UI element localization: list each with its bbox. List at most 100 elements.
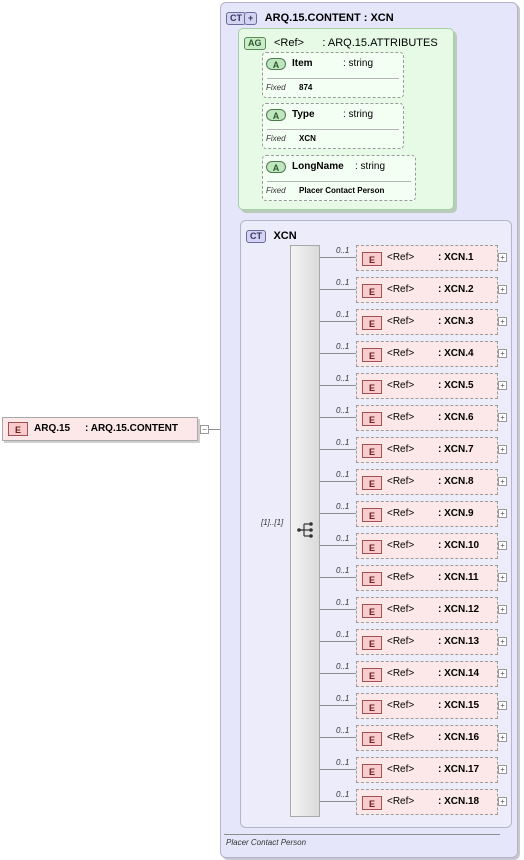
- element-box[interactable]: E <Ref>: XCN.2: [356, 277, 498, 303]
- expand-small-icon: +: [244, 12, 258, 25]
- plus-box-icon[interactable]: +: [498, 637, 507, 646]
- element-cardinality: 0..1: [336, 374, 350, 383]
- attribute-box[interactable]: A Item: string Fixed 874: [262, 52, 404, 98]
- element-ref: <Ref>: [387, 636, 415, 647]
- element-cardinality: 0..1: [336, 470, 350, 479]
- element-box[interactable]: E <Ref>: XCN.13: [356, 629, 498, 655]
- element-cardinality: 0..1: [336, 694, 350, 703]
- element-connector: [320, 577, 356, 578]
- element-ref: <Ref>: [387, 252, 415, 263]
- element-connector: [320, 737, 356, 738]
- plus-box-icon[interactable]: +: [498, 797, 507, 806]
- element-cardinality: 0..1: [336, 438, 350, 447]
- element-connector: [320, 353, 356, 354]
- element-type: : XCN.18: [438, 796, 480, 807]
- plus-box-icon[interactable]: +: [498, 733, 507, 742]
- complex-type-title: ARQ.15.CONTENT : XCN: [264, 12, 394, 24]
- element-box[interactable]: E <Ref> : XCN.16: [356, 725, 498, 751]
- ct-header: CT + ARQ.15.CONTENT : XCN: [226, 8, 394, 26]
- plus-box-icon[interactable]: +: [498, 701, 507, 710]
- element-type: : XCN.9: [438, 508, 474, 519]
- element-box[interactable]: E <Ref>: XCN.14: [356, 661, 498, 687]
- element-box[interactable]: E <Ref>: XCN.17: [356, 757, 498, 783]
- attribute-type: : string: [355, 161, 386, 172]
- attribute-separator: [267, 129, 399, 130]
- element-box[interactable]: E <Ref>: XCN.18: [356, 789, 498, 815]
- documentation-text: Placer Contact Person: [226, 838, 307, 847]
- element-type: : XCN.4: [438, 348, 474, 359]
- attribute-name: LongName: [292, 161, 344, 172]
- element-icon: E: [362, 636, 382, 650]
- element-ref: <Ref>: [387, 348, 415, 359]
- doc-separator: [224, 834, 500, 835]
- element-ref: <Ref>: [387, 412, 415, 423]
- element-cardinality: 0..1: [336, 278, 350, 287]
- complex-type-icon: CT: [226, 12, 246, 25]
- element-box[interactable]: E <Ref>: XCN.8: [356, 469, 498, 495]
- element-cardinality: 0..1: [336, 502, 350, 511]
- minus-box-icon[interactable]: −: [200, 425, 209, 434]
- element-box[interactable]: E <Ref>: XCN.12: [356, 597, 498, 623]
- plus-box-icon[interactable]: +: [498, 381, 507, 390]
- plus-box-icon[interactable]: +: [498, 285, 507, 294]
- plus-box-icon[interactable]: +: [498, 765, 507, 774]
- element-type: : XCN.5: [438, 380, 474, 391]
- element-ref: <Ref>: [387, 732, 415, 743]
- plus-box-icon[interactable]: +: [498, 349, 507, 358]
- element-connector: [320, 769, 356, 770]
- attribute-icon: A: [266, 161, 286, 173]
- fixed-value: 874: [299, 83, 313, 92]
- element-connector: [320, 257, 356, 258]
- element-ref: <Ref>: [387, 508, 415, 519]
- element-box[interactable]: E <Ref>: XCN.5: [356, 373, 498, 399]
- element-icon: E: [362, 412, 382, 426]
- plus-box-icon[interactable]: +: [498, 605, 507, 614]
- plus-box-icon[interactable]: +: [498, 413, 507, 422]
- plus-box-icon[interactable]: +: [498, 317, 507, 326]
- ag-header: AG <Ref> : ARQ.15.ATTRIBUTES: [244, 33, 438, 51]
- element-connector: [320, 481, 356, 482]
- element-box[interactable]: E <Ref>: XCN.6: [356, 405, 498, 431]
- plus-box-icon[interactable]: +: [498, 445, 507, 454]
- element-box[interactable]: E <Ref>: XCN.11: [356, 565, 498, 591]
- element-icon: E: [362, 732, 382, 746]
- element-type: : XCN.16: [438, 732, 480, 743]
- plus-box-icon[interactable]: +: [498, 253, 507, 262]
- element-icon: E: [362, 476, 382, 490]
- element-cardinality: 0..1: [336, 246, 350, 255]
- attribute-box[interactable]: A Type: string Fixed XCN: [262, 103, 404, 149]
- attribute-name: Type: [292, 109, 315, 120]
- element-box[interactable]: E <Ref> : XCN.9: [356, 501, 498, 527]
- plus-box-icon[interactable]: +: [498, 477, 507, 486]
- sequence-cardinality: [1]..[1]: [261, 518, 284, 527]
- attribute-separator: [267, 181, 411, 182]
- root-element-box[interactable]: E ARQ.15 : ARQ.15.CONTENT −: [2, 417, 209, 441]
- element-box[interactable]: E <Ref>: XCN.4: [356, 341, 498, 367]
- element-box[interactable]: E <Ref>: XCN.7: [356, 437, 498, 463]
- sequence-compositor-icon[interactable]: [296, 521, 316, 539]
- element-ref: <Ref>: [387, 444, 415, 455]
- element-box[interactable]: E <Ref>: XCN.15: [356, 693, 498, 719]
- element-connector: [320, 641, 356, 642]
- plus-box-icon[interactable]: +: [498, 541, 507, 550]
- root-element-type: : ARQ.15.CONTENT: [85, 423, 178, 434]
- element-box[interactable]: E <Ref>: XCN.1: [356, 245, 498, 271]
- element-connector: [320, 289, 356, 290]
- plus-box-icon[interactable]: +: [498, 509, 507, 518]
- plus-box-icon[interactable]: +: [498, 669, 507, 678]
- element-box[interactable]: E <Ref>: XCN.10: [356, 533, 498, 559]
- fixed-value: Placer Contact Person: [299, 186, 385, 195]
- plus-box-icon[interactable]: +: [498, 573, 507, 582]
- attribute-box[interactable]: A LongName : string Fixed Placer Contact Per…: [262, 155, 416, 201]
- element-icon: E: [362, 764, 382, 778]
- element-cardinality: 0..1: [336, 790, 350, 799]
- element-icon: E: [362, 508, 382, 522]
- element-cardinality: 0..1: [336, 534, 350, 543]
- element-box[interactable]: E <Ref>: XCN.3: [356, 309, 498, 335]
- element-ref: <Ref>: [387, 476, 415, 487]
- fixed-label: Fixed: [266, 186, 286, 195]
- element-icon: E: [362, 284, 382, 298]
- element-connector: [320, 321, 356, 322]
- element-icon: E: [362, 444, 382, 458]
- ag-ref-label: <Ref>: [273, 37, 304, 49]
